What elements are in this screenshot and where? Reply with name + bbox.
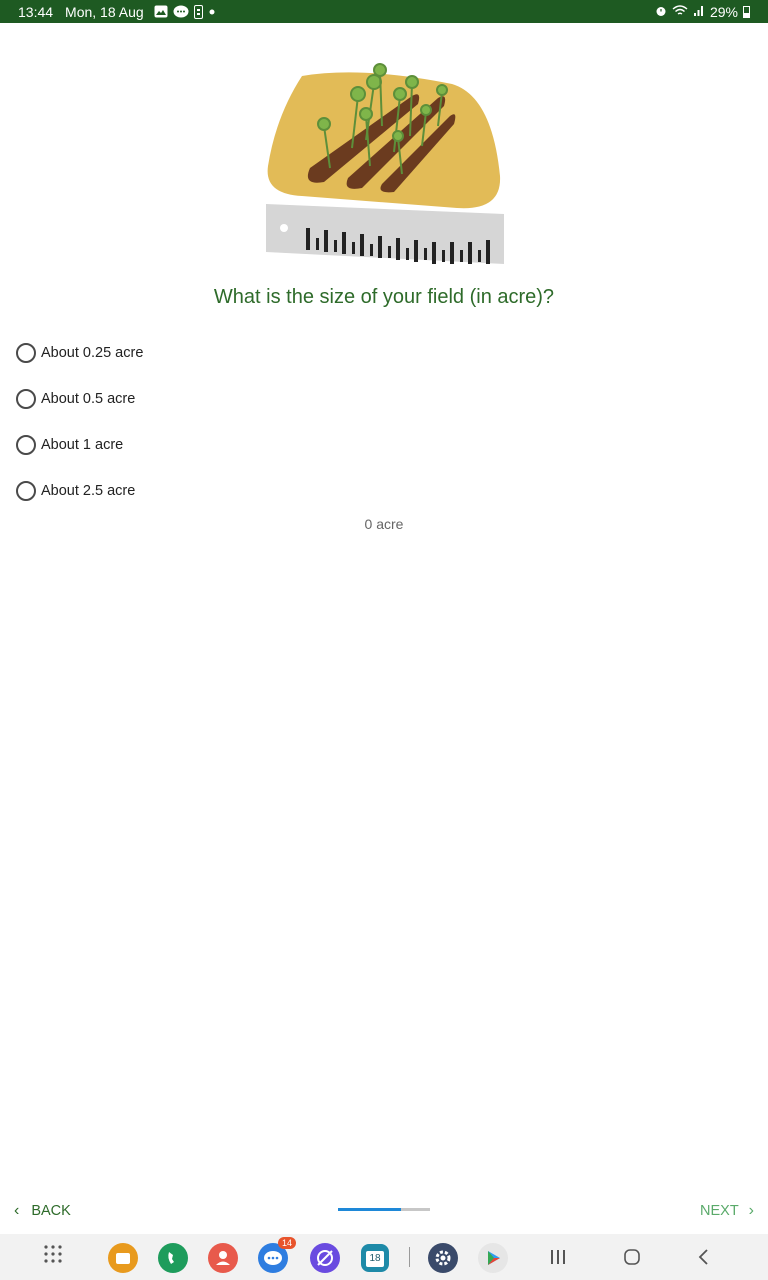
calendar-day: 18 <box>369 1253 381 1264</box>
play-store-icon[interactable] <box>478 1243 508 1273</box>
wifi-icon <box>672 4 688 20</box>
system-nav-bar: 14 18 <box>0 1234 768 1280</box>
message-icon <box>173 5 189 19</box>
status-date: Mon, 18 Aug <box>65 3 144 20</box>
gallery-icon <box>154 5 168 18</box>
internet-icon[interactable] <box>310 1243 340 1273</box>
back-nav-icon[interactable] <box>694 1247 714 1267</box>
option-label: About 0.25 acre <box>41 345 144 361</box>
option-label: About 1 acre <box>41 437 124 453</box>
battery-percent: 29% <box>709 3 738 20</box>
sim-icon <box>193 4 203 19</box>
option-1-acre[interactable]: About 1 acre <box>16 422 143 468</box>
recent-apps-icon[interactable] <box>548 1247 568 1267</box>
option-0-25-acre[interactable]: About 0.25 acre <box>16 330 143 376</box>
dock-divider <box>409 1247 410 1267</box>
size-options: About 0.25 acre About 0.5 acre About 1 a… <box>16 330 143 514</box>
calendar-icon[interactable]: 18 <box>360 1243 390 1273</box>
dot-icon <box>208 8 216 16</box>
status-bar: 13:44 Mon, 18 Aug 29% <box>0 0 768 23</box>
status-time: 13:44 <box>18 3 54 20</box>
next-button[interactable]: NEXT › <box>700 1202 754 1220</box>
option-2-5-acre[interactable]: About 2.5 acre <box>16 468 143 514</box>
option-label: About 0.5 acre <box>41 391 136 407</box>
phone-icon[interactable] <box>158 1243 188 1273</box>
radio-button[interactable] <box>16 389 36 409</box>
files-icon[interactable] <box>108 1243 138 1273</box>
selected-value-readout: 0 acre <box>364 516 404 532</box>
option-0-5-acre[interactable]: About 0.5 acre <box>16 376 143 422</box>
chevron-right-icon: › <box>748 1202 754 1219</box>
messages-badge: 14 <box>277 1237 296 1249</box>
option-label: About 2.5 acre <box>41 483 136 499</box>
battery-icon <box>743 5 750 18</box>
back-button[interactable]: ‹ BACK <box>14 1202 71 1220</box>
next-label: NEXT <box>700 1203 739 1219</box>
progress-fill <box>338 1208 401 1211</box>
home-icon[interactable] <box>622 1247 642 1267</box>
radio-button[interactable] <box>16 343 36 363</box>
chevron-left-icon: ‹ <box>14 1202 20 1219</box>
contacts-icon[interactable] <box>208 1243 238 1273</box>
apps-grid-icon[interactable] <box>42 1243 64 1265</box>
alarm-icon <box>655 4 667 20</box>
field-illustration <box>262 56 510 272</box>
progress-bar <box>338 1208 430 1211</box>
radio-button[interactable] <box>16 435 36 455</box>
radio-button[interactable] <box>16 481 36 501</box>
signal-icon <box>693 4 705 20</box>
messages-icon[interactable]: 14 <box>258 1237 296 1273</box>
back-label: BACK <box>31 1203 71 1219</box>
settings-icon[interactable] <box>428 1243 458 1273</box>
question-text: What is the size of your field (in acre)… <box>213 286 555 308</box>
